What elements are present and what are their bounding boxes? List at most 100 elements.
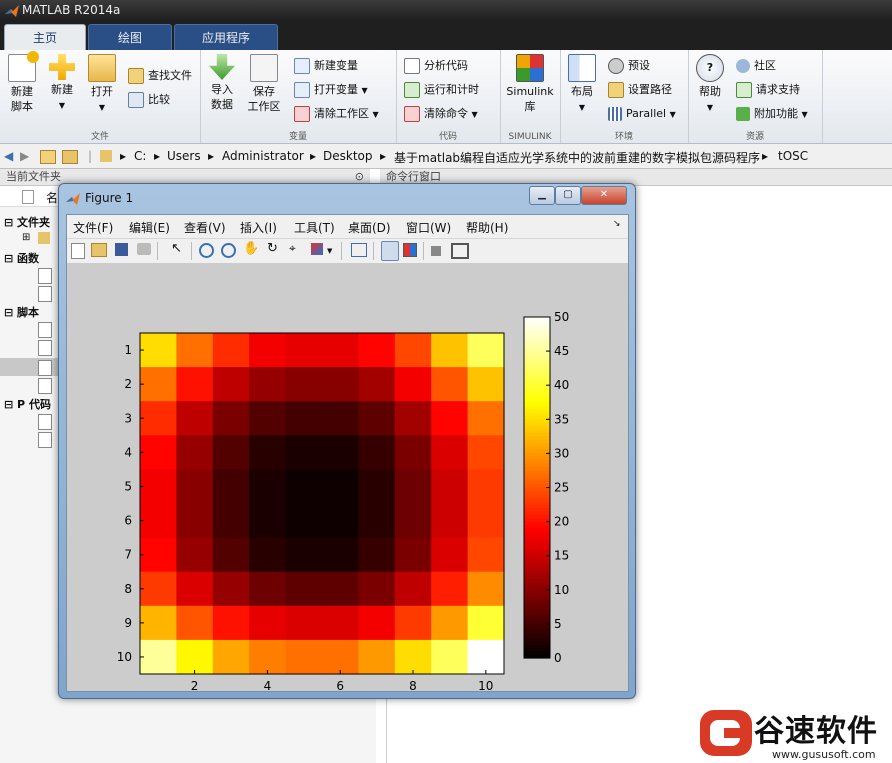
script-file-icon[interactable] bbox=[38, 322, 52, 338]
hide-plot-tools-icon[interactable] bbox=[431, 246, 441, 256]
brush-icon[interactable] bbox=[311, 243, 323, 255]
breadcrumb-c[interactable]: C: bbox=[134, 149, 146, 163]
tree-scripts[interactable]: ⊟ 脚本 bbox=[4, 304, 39, 320]
import-data-button[interactable]: 导入 数据 bbox=[202, 54, 242, 112]
menu-edit[interactable]: 编辑(E) bbox=[129, 219, 170, 236]
forward-arrow-icon[interactable]: ▶ bbox=[20, 149, 29, 163]
find-files-button[interactable]: 查找文件 bbox=[128, 66, 192, 86]
heatmap-cell bbox=[176, 503, 214, 539]
add-ons-button[interactable]: 附加功能 ▼ bbox=[736, 104, 808, 124]
heatmap-chart[interactable]: 123456789102 4 6 8 1005101520253035404550 bbox=[67, 263, 628, 693]
maximize-button[interactable]: ▢ bbox=[555, 186, 581, 205]
file-group-title: 文件 bbox=[90, 132, 109, 142]
tab-apps[interactable]: 应用程序 bbox=[174, 24, 278, 51]
save-workspace-button[interactable]: 保存 工作区 bbox=[244, 54, 284, 114]
minimize-button[interactable]: ▁ bbox=[529, 186, 555, 205]
pan-hand-icon[interactable]: ✋ bbox=[243, 241, 259, 257]
new-variable-button[interactable]: 新建变量 bbox=[294, 56, 358, 76]
colorbar-segment bbox=[524, 545, 550, 550]
script-file-icon[interactable] bbox=[38, 340, 52, 356]
analyze-code-button[interactable]: 分析代码 bbox=[404, 56, 468, 76]
insert-legend-icon[interactable] bbox=[403, 243, 417, 257]
heatmap-cell bbox=[140, 537, 177, 573]
tab-plots[interactable]: 绘图 bbox=[88, 24, 172, 51]
expand-icon[interactable]: ⊞ bbox=[22, 232, 30, 243]
file-group: 新建 脚本 新建 ▼ 打开 ▼ 查找文件 比较 文件 bbox=[0, 50, 201, 143]
rotate-3d-icon[interactable]: ↻ bbox=[267, 241, 283, 257]
dock-arrow-icon[interactable]: ↘ bbox=[613, 219, 621, 229]
script-file-icon[interactable] bbox=[38, 378, 52, 394]
breadcrumb-administrator[interactable]: Administrator bbox=[222, 149, 304, 163]
colorbar-segment bbox=[524, 504, 550, 509]
zoom-out-icon[interactable] bbox=[221, 243, 236, 258]
menu-help[interactable]: 帮助(H) bbox=[466, 219, 508, 236]
heatmap-cell bbox=[176, 469, 214, 505]
link-plot-icon[interactable] bbox=[351, 243, 367, 257]
request-support-button[interactable]: 请求支持 bbox=[736, 80, 800, 100]
breadcrumb-users[interactable]: Users bbox=[167, 149, 201, 163]
function-file-icon[interactable] bbox=[38, 286, 52, 302]
tree-functions[interactable]: ⊟ 函数 bbox=[4, 250, 39, 266]
edit-plot-arrow-icon[interactable]: ↖ bbox=[171, 241, 187, 257]
new-script-button[interactable]: 新建 脚本 bbox=[2, 51, 42, 114]
colorbar-segment bbox=[524, 501, 550, 506]
open-variable-button[interactable]: 打开变量 ▼ bbox=[294, 80, 368, 100]
up-folder-icon[interactable] bbox=[40, 150, 56, 164]
new-script-label: 新建 脚本 bbox=[11, 85, 33, 113]
close-button[interactable]: ✕ bbox=[581, 186, 627, 205]
function-file-icon[interactable] bbox=[38, 268, 52, 284]
breadcrumb-desktop[interactable]: Desktop bbox=[323, 149, 373, 163]
clear-workspace-button[interactable]: 清除工作区 ▼ bbox=[294, 104, 379, 124]
new-button[interactable]: 新建 ▼ bbox=[42, 54, 82, 113]
breadcrumb-project-folder[interactable]: 基于matlab编程自适应光学系统中的波前重建的数字模拟包源码程序 bbox=[394, 149, 760, 166]
colorbar-segment bbox=[524, 640, 550, 645]
set-path-icon bbox=[608, 82, 624, 98]
pcode-file-icon[interactable] bbox=[38, 414, 52, 430]
menu-tools[interactable]: 工具(T) bbox=[294, 219, 335, 236]
tree-folders[interactable]: ⊟ 文件夹 bbox=[4, 214, 50, 230]
new-figure-icon[interactable] bbox=[71, 243, 85, 259]
folder-icon bbox=[100, 150, 112, 162]
community-button[interactable]: 社区 bbox=[736, 56, 776, 76]
colorbar-segment bbox=[524, 559, 550, 564]
parallel-button[interactable]: Parallel ▼ bbox=[608, 104, 676, 124]
layout-button[interactable]: 布局 ▼ bbox=[562, 54, 602, 115]
data-cursor-icon[interactable]: ⌖ bbox=[289, 241, 305, 257]
pcode-file-icon[interactable] bbox=[38, 432, 52, 448]
tree-pcode[interactable]: ⊟ P 代码 bbox=[4, 396, 51, 412]
back-arrow-icon[interactable]: ◀ bbox=[4, 149, 13, 163]
menu-file[interactable]: 文件(F) bbox=[73, 219, 113, 236]
support-icon bbox=[736, 82, 752, 98]
compare-button[interactable]: 比较 bbox=[128, 90, 170, 110]
open-button[interactable]: 打开 ▼ bbox=[82, 54, 122, 115]
clear-commands-button[interactable]: 清除命令 ▼ bbox=[404, 104, 478, 124]
zoom-in-icon[interactable] bbox=[199, 243, 214, 258]
colorbar-segment bbox=[524, 617, 550, 622]
set-path-button[interactable]: 设置路径 bbox=[608, 80, 672, 100]
figure-window[interactable]: Figure 1 ▁ ▢ ✕ 文件(F) 编辑(E) 查看(V) 插入(I) 工… bbox=[58, 183, 636, 699]
breadcrumb-tosc[interactable]: tOSC bbox=[778, 149, 808, 163]
script-file-icon[interactable] bbox=[38, 360, 52, 376]
print-figure-icon[interactable] bbox=[137, 243, 151, 255]
variable-group: 导入 数据 保存 工作区 新建变量 打开变量 ▼ 清除工作区 ▼ 变量 bbox=[200, 50, 397, 143]
watermark: 谷速软件 www.gususoft.com bbox=[696, 708, 892, 763]
insert-colorbar-icon[interactable] bbox=[381, 241, 399, 261]
x-tick-label: 2 bbox=[191, 679, 199, 691]
save-figure-icon[interactable] bbox=[115, 243, 128, 256]
tab-home[interactable]: 主页 bbox=[4, 24, 86, 51]
colorbar-segment bbox=[524, 392, 550, 397]
menu-insert[interactable]: 插入(I) bbox=[240, 219, 277, 236]
menu-view[interactable]: 查看(V) bbox=[184, 219, 226, 236]
simulink-library-button[interactable]: Simulink 库 bbox=[504, 54, 556, 114]
colorbar-segment bbox=[524, 470, 550, 475]
help-button[interactable]: ? 帮助 ▼ bbox=[690, 54, 730, 115]
preferences-button[interactable]: 预设 bbox=[608, 56, 650, 76]
menu-window[interactable]: 窗口(W) bbox=[406, 219, 451, 236]
run-and-time-button[interactable]: 运行和计时 bbox=[404, 80, 479, 100]
browse-folder-icon[interactable] bbox=[62, 150, 78, 164]
tab-home-label: 主页 bbox=[32, 31, 57, 45]
heatmap-cell bbox=[285, 435, 323, 470]
open-file-icon[interactable] bbox=[91, 243, 107, 257]
show-plot-tools-icon[interactable] bbox=[451, 243, 469, 259]
menu-desktop[interactable]: 桌面(D) bbox=[348, 219, 391, 236]
